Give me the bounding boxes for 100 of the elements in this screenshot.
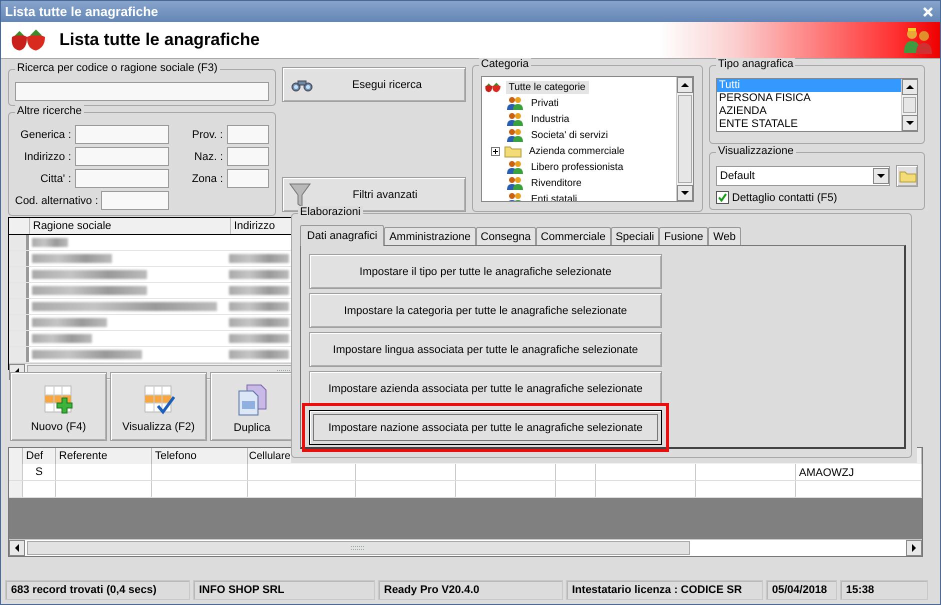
tree-item[interactable]: Tutte le categorie	[506, 80, 588, 94]
tree-item[interactable]: Privati	[528, 96, 562, 110]
tree-item[interactable]: Industria	[528, 112, 572, 126]
strawberry-icon	[484, 82, 502, 92]
status-field: Ready Pro V20.4.0	[378, 580, 563, 600]
status-field: Intestatario licenza : CODICE SR	[566, 580, 763, 600]
action-button[interactable]: Impostare azienda associata per tutte le anagrafiche selezionate	[309, 371, 662, 406]
redacted-text	[229, 270, 289, 279]
status-field: 15:38	[840, 580, 928, 600]
group-title: Altre ricerche	[15, 105, 84, 117]
row-header[interactable]	[9, 235, 29, 250]
field-label: Citta' :	[39, 172, 72, 184]
input-field[interactable]	[227, 147, 269, 166]
action-button[interactable]: Duplica	[210, 372, 294, 441]
action-button[interactable]: Nuovo (F4)	[10, 372, 107, 441]
list-item[interactable]: ENTE STATALE	[717, 118, 901, 131]
tab[interactable]: Fusione	[659, 227, 708, 245]
row-header[interactable]	[9, 283, 29, 298]
people-icon	[506, 112, 524, 126]
redacted-text	[32, 238, 68, 247]
tab[interactable]: Commerciale	[536, 227, 611, 245]
row-header[interactable]	[9, 315, 29, 330]
folder-icon	[504, 144, 522, 158]
redacted-text	[229, 254, 289, 263]
group-title: Elaborazioni	[298, 206, 363, 218]
tab[interactable]: Amministrazione	[384, 227, 476, 245]
field-label: Generica :	[19, 128, 72, 140]
column-header[interactable]: Ragione sociale	[30, 218, 231, 234]
redacted-text	[229, 350, 289, 359]
field-label: Indirizzo :	[23, 150, 72, 162]
row-header[interactable]	[9, 331, 29, 346]
action-button[interactable]: Impostare la categoria per tutte le anagrafiche selezionate	[309, 293, 662, 328]
duplicate-icon	[237, 383, 267, 418]
strawberry-icon	[9, 28, 48, 52]
input-field[interactable]	[101, 191, 170, 210]
input-field[interactable]	[227, 169, 269, 188]
users-icon	[902, 25, 934, 55]
row-header[interactable]	[9, 299, 29, 314]
group-title: Ricerca per codice o ragione sociale (F3)	[15, 62, 220, 74]
tree-item[interactable]: Azienda commerciale	[526, 144, 628, 158]
tab[interactable]: Speciali	[610, 227, 660, 245]
redacted-text	[229, 302, 289, 311]
redacted-text	[32, 334, 92, 343]
group-title: Categoria	[479, 58, 531, 70]
expand-icon[interactable]	[491, 146, 500, 156]
scroll-bar[interactable]	[9, 539, 922, 556]
tab[interactable]: Dati anagrafici	[300, 225, 384, 246]
search-field[interactable]	[15, 82, 269, 101]
tab[interactable]: Consegna	[476, 227, 536, 245]
field-label: Prov. :	[192, 128, 223, 140]
redacted-text	[229, 318, 289, 327]
table-cell: AMAOWZJ	[796, 464, 922, 480]
funnel-icon	[289, 182, 311, 208]
input-field[interactable]	[75, 147, 170, 166]
scroll-bar[interactable]	[676, 77, 693, 201]
row-header[interactable]	[9, 347, 29, 362]
column-header[interactable]: Cellulare	[248, 448, 295, 464]
people-icon	[506, 160, 524, 174]
checked-grid-icon	[142, 384, 174, 416]
list-item[interactable]: AZIENDA	[717, 105, 901, 118]
input-field[interactable]	[75, 125, 170, 144]
group-title: Tipo anagrafica	[716, 58, 796, 70]
tree-item[interactable]: Societa' di servizi	[528, 128, 611, 142]
field-label: Naz. :	[193, 150, 223, 162]
row-header[interactable]	[9, 267, 29, 282]
binoculars-icon	[289, 78, 315, 92]
action-button[interactable]: Impostare il tipo per tutte le anagrafiche selezionate	[309, 254, 662, 289]
redacted-text	[229, 286, 289, 295]
action-button[interactable]: Visualizza (F2)	[110, 372, 207, 441]
status-field: 683 record trovati (0,4 secs)	[5, 580, 190, 600]
status-field: 05/04/2018	[766, 580, 837, 600]
list-item[interactable]: PERSONA FISICA	[717, 92, 901, 105]
row-header[interactable]	[9, 251, 29, 266]
page-title: Lista tutte le anagrafiche	[59, 30, 261, 50]
window-title: Lista tutte le anagrafiche	[5, 4, 158, 19]
folder-button[interactable]	[896, 165, 918, 187]
redacted-text	[229, 334, 289, 343]
tree-item[interactable]: Rivenditore	[528, 176, 585, 190]
table-cell: S	[23, 464, 56, 480]
row-header[interactable]	[9, 481, 23, 497]
folder-icon	[899, 169, 917, 183]
view-dropdown[interactable]: Default	[716, 166, 890, 186]
status-field: INFO SHOP SRL	[193, 580, 375, 600]
input-field[interactable]	[75, 169, 170, 188]
tab[interactable]: Web	[708, 227, 741, 245]
people-icon	[506, 96, 524, 110]
tree-item[interactable]: Libero professionista	[528, 160, 626, 174]
people-icon	[506, 128, 524, 142]
scroll-bar[interactable]	[901, 79, 917, 131]
action-button[interactable]: Impostare lingua associata per tutte le anagrafiche selezionate	[309, 332, 662, 367]
field-label: Cod. alternativo :	[15, 194, 98, 206]
checkbox-label: Dettaglio contatti (F5)	[732, 192, 838, 204]
row-header[interactable]	[9, 464, 23, 480]
add-row-icon	[42, 384, 74, 416]
group-title: Visualizzazione	[716, 145, 796, 157]
search-button[interactable]: Esegui ricerca	[282, 67, 466, 102]
field-label: Zona :	[192, 172, 223, 184]
input-field[interactable]	[227, 125, 269, 144]
checkbox[interactable]	[716, 191, 729, 204]
close-icon[interactable]	[922, 6, 934, 18]
